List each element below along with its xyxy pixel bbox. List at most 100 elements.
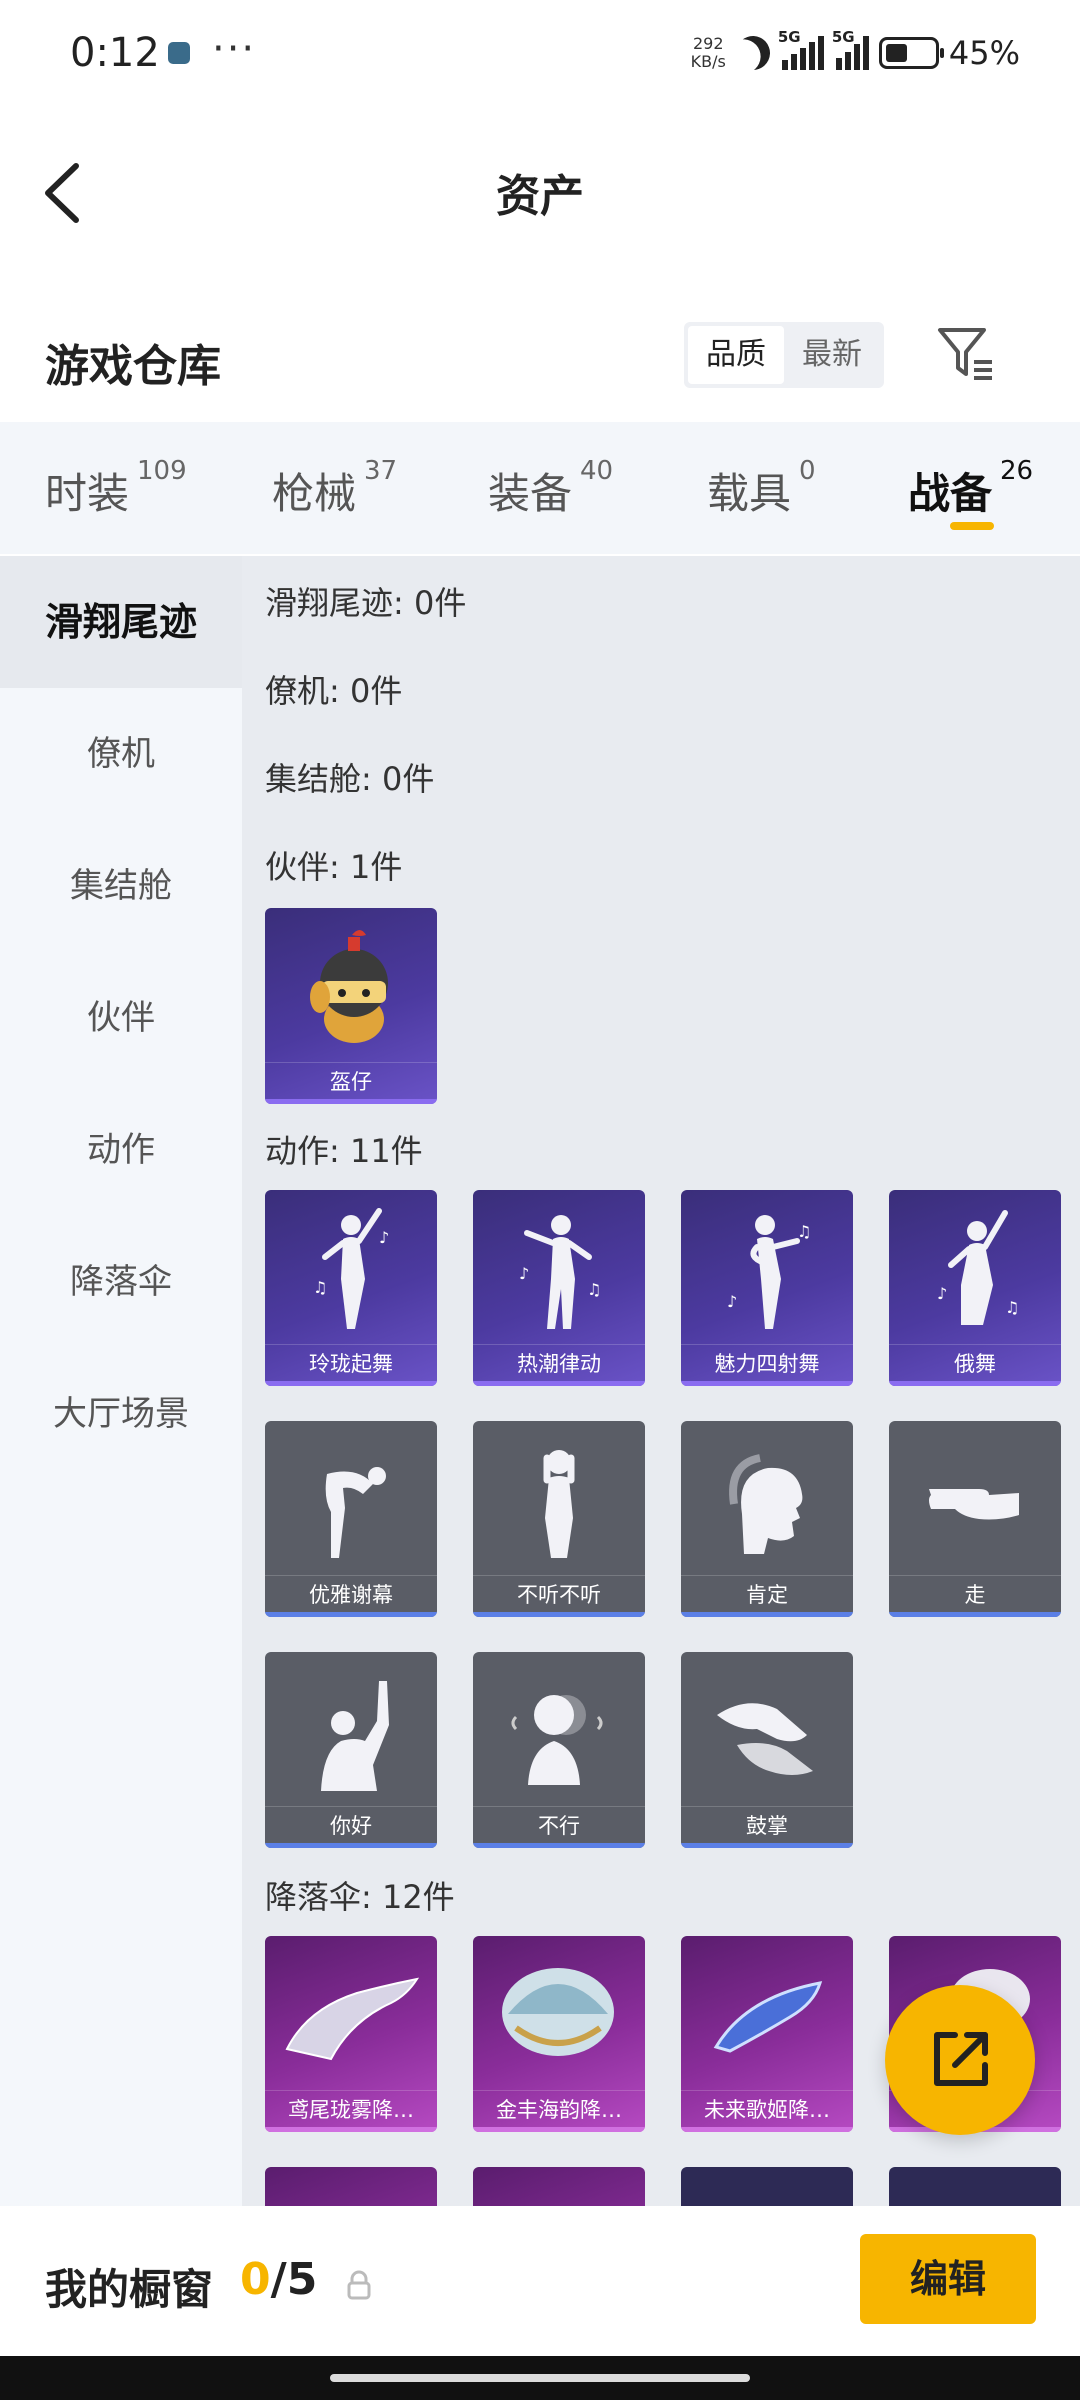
item-name: 走	[889, 1575, 1061, 1613]
signal-5g-icon-2: 5G	[832, 28, 869, 70]
svg-text:♪: ♪	[379, 1228, 389, 1247]
item-card-partial[interactable]	[265, 2167, 437, 2206]
svg-text:♫: ♫	[313, 1278, 327, 1297]
warehouse-header: 游戏仓库 品质 最新	[0, 300, 1080, 420]
external-link-icon	[934, 2032, 988, 2086]
sort-newest-option[interactable]: 最新	[784, 326, 880, 384]
item-card-partial[interactable]	[473, 2167, 645, 2206]
item-name: 魅力四射舞	[681, 1344, 853, 1382]
dancer-silhouette-image: ♫ ♪	[681, 1190, 853, 1346]
tab-combat-gear[interactable]: 战备 26	[908, 456, 1033, 521]
status-icons: 292 KB/s 5G 5G 45%	[691, 28, 1020, 78]
subcategory-sidebar: 滑翔尾迹 僚机 集结舱 伙伴 动作 降落伞 大厅场景	[0, 556, 242, 2206]
showcase-label: 我的橱窗	[45, 2265, 214, 2314]
nodding-head-image	[681, 1421, 853, 1577]
tiktok-notification-icon	[168, 42, 190, 64]
cover-ears-pose-image	[473, 1421, 645, 1577]
page-title: 资产	[496, 171, 584, 222]
battery-level	[885, 44, 907, 62]
item-card-action[interactable]: 走	[889, 1421, 1061, 1617]
svg-text:♪: ♪	[519, 1264, 529, 1283]
item-name: 未来歌姬降…	[681, 2090, 853, 2128]
svg-text:♫: ♫	[587, 1280, 601, 1299]
showcase-bar: 我的橱窗 0/5 编辑	[0, 2206, 1080, 2356]
parachute-image	[473, 1936, 645, 2092]
item-card-partner[interactable]: 盔仔	[265, 908, 437, 1104]
item-name: 鼓掌	[681, 1806, 853, 1844]
item-card-partial[interactable]	[681, 2167, 853, 2206]
dancer-silhouette-image: ♪ ♫	[889, 1190, 1061, 1346]
item-name: 不行	[473, 1806, 645, 1844]
tab-fashion[interactable]: 时装 109	[45, 456, 187, 521]
category-tabs: 时装 109 枪械 37 装备 40 载具 0 战备 26	[0, 422, 1080, 554]
sidebar-item-action[interactable]: 动作	[0, 1084, 242, 1216]
bow-pose-image	[265, 1421, 437, 1577]
item-card-partial[interactable]	[889, 2167, 1061, 2206]
parachute-image	[265, 1936, 437, 2092]
item-name: 俄舞	[889, 1344, 1061, 1382]
lock-icon	[347, 2270, 371, 2300]
item-card-action[interactable]: ♪ ♫ 俄舞	[889, 1190, 1061, 1386]
dancer-silhouette-image: ♪ ♫	[265, 1190, 437, 1346]
item-name: 你好	[265, 1806, 437, 1844]
item-card-action[interactable]: 你好	[265, 1652, 437, 1848]
item-name: 不听不听	[473, 1575, 645, 1613]
sidebar-item-assembly-pod[interactable]: 集结舱	[0, 820, 242, 952]
sidebar-item-glide-trail[interactable]: 滑翔尾迹	[0, 556, 242, 688]
section-title-parachute: 降落伞: 12件	[265, 1878, 455, 1916]
filter-icon	[938, 328, 992, 380]
item-name: 鸢尾珑雾降…	[265, 2090, 437, 2128]
svg-text:♪: ♪	[727, 1292, 737, 1311]
item-card-action[interactable]: 肯定	[681, 1421, 853, 1617]
pointing-hand-image	[889, 1421, 1061, 1577]
share-button[interactable]	[885, 1985, 1035, 2135]
sidebar-item-lobby-scene[interactable]: 大厅场景	[0, 1348, 242, 1480]
svg-text:♪: ♪	[937, 1284, 947, 1303]
battery-icon	[878, 37, 944, 69]
home-indicator[interactable]	[330, 2374, 750, 2382]
item-card-action[interactable]: 优雅谢幕	[265, 1421, 437, 1617]
sidebar-item-wingman[interactable]: 僚机	[0, 688, 242, 820]
svg-text:♫: ♫	[1005, 1298, 1019, 1317]
item-card-action[interactable]: 不行	[473, 1652, 645, 1848]
clock: 0:12	[70, 30, 160, 76]
sidebar-item-partner[interactable]: 伙伴	[0, 952, 242, 1084]
tab-equipment[interactable]: 装备 40	[488, 456, 613, 521]
section-title-glide-trail: 滑翔尾迹: 0件	[265, 584, 467, 622]
sort-toggle: 品质 最新	[684, 322, 884, 388]
edit-button[interactable]: 编辑	[860, 2234, 1036, 2324]
item-card-action[interactable]: ♪ ♫ 热潮律动	[473, 1190, 645, 1386]
showcase-count: 0/5	[240, 2254, 318, 2305]
sidebar-item-parachute[interactable]: 降落伞	[0, 1216, 242, 1348]
active-tab-indicator	[950, 522, 994, 530]
svg-text:♫: ♫	[797, 1222, 811, 1241]
item-card-parachute[interactable]: 鸢尾珑雾降…	[265, 1936, 437, 2132]
network-speed: 292 KB/s	[690, 34, 726, 71]
parachute-image	[681, 1936, 853, 2092]
do-not-disturb-icon	[731, 31, 775, 75]
items-content: 滑翔尾迹: 0件 僚机: 0件 集结舱: 0件 伙伴: 1件 盔仔 动作: 11…	[242, 556, 1080, 2206]
item-card-action[interactable]: ♪ ♫ 玲珑起舞	[265, 1190, 437, 1386]
item-card-parachute[interactable]: 未来歌姬降…	[681, 1936, 853, 2132]
item-name: 盔仔	[265, 1062, 437, 1100]
head-shake-image	[473, 1652, 645, 1808]
item-card-action[interactable]: ♫ ♪ 魅力四射舞	[681, 1190, 853, 1386]
item-card-parachute[interactable]: 金丰海韵降…	[473, 1936, 645, 2132]
section-title-action: 动作: 11件	[265, 1132, 423, 1170]
item-card-action[interactable]: 鼓掌	[681, 1652, 853, 1848]
status-bar: 0:12 ··· 292 KB/s 5G 5G 45%	[0, 0, 1080, 110]
signal-5g-icon: 5G	[778, 28, 824, 70]
filter-button[interactable]	[934, 322, 998, 386]
item-card-action[interactable]: 不听不听	[473, 1421, 645, 1617]
sort-quality-option[interactable]: 品质	[688, 326, 784, 384]
tab-weapons[interactable]: 枪械 37	[272, 456, 397, 521]
dancer-silhouette-image: ♪ ♫	[473, 1190, 645, 1346]
tab-vehicles[interactable]: 载具 0	[707, 456, 816, 521]
section-title-partner: 伙伴: 1件	[265, 848, 403, 886]
section-title-wingman: 僚机: 0件	[265, 672, 403, 710]
warehouse-title: 游戏仓库	[45, 341, 221, 392]
clapping-hands-image	[681, 1652, 853, 1808]
item-name: 金丰海韵降…	[473, 2090, 645, 2128]
item-name: 肯定	[681, 1575, 853, 1613]
item-name: 玲珑起舞	[265, 1344, 437, 1382]
